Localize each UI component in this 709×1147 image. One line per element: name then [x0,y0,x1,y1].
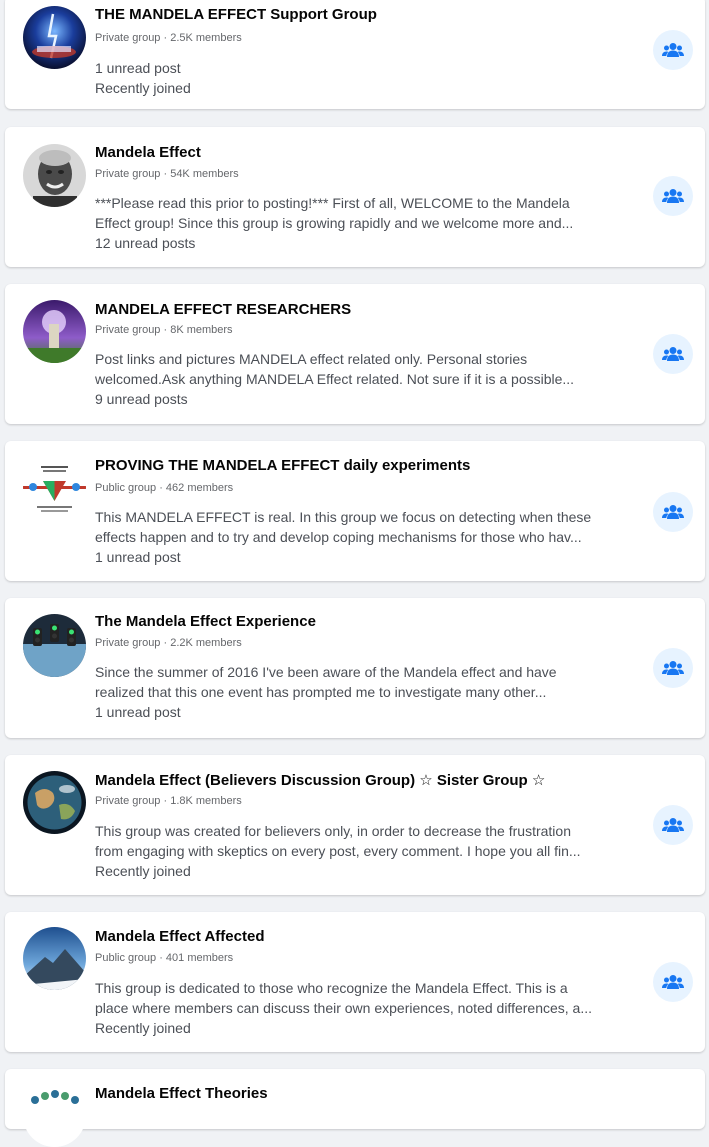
group-name[interactable]: Mandela Effect Affected [95,928,635,945]
groups-icon [662,975,684,989]
group-description-line: ***Please read this prior to posting!***… [95,195,570,211]
group-meta: Private group · 8K members [95,324,233,336]
group-avatar[interactable] [23,144,86,207]
unread-status: 12 unread posts [95,235,196,251]
group-description-line: This group is dedicated to those who rec… [95,980,568,996]
blue-lightning-avatar-icon [23,6,86,69]
group-description-line: realized that this one event has prompte… [95,684,547,700]
group-name[interactable]: Mandela Effect Theories [95,1085,635,1102]
joined-status: Recently joined [95,1020,191,1036]
group-meta: Public group · 401 members [95,952,234,964]
group-action-button[interactable] [653,962,693,1002]
group-avatar[interactable] [23,927,86,990]
groups-icon [662,505,684,519]
joined-status: Recently joined [95,80,191,96]
group-avatar[interactable] [23,300,86,363]
group-avatar[interactable] [23,771,86,834]
group-card[interactable]: Mandela Effect Private group · 54K membe… [5,127,705,267]
unread-status: 9 unread posts [95,391,188,407]
group-description-line: effects happen and to try and develop co… [95,529,582,545]
triangle-diagram-avatar-icon [23,456,86,519]
group-card[interactable]: Mandela Effect Affected Public group · 4… [5,912,705,1052]
group-action-button[interactable] [653,30,693,70]
group-description-line: from engaging with skeptics on every pos… [95,843,581,859]
group-card[interactable]: Mandela Effect (Believers Discussion Gro… [5,755,705,895]
group-card[interactable]: MANDELA EFFECT RESEARCHERS Private group… [5,284,705,424]
group-name[interactable]: The Mandela Effect Experience [95,613,635,630]
group-description-line: place where members can discuss their ow… [95,1000,592,1016]
group-action-button[interactable] [653,648,693,688]
group-name[interactable]: Mandela Effect [95,144,635,161]
group-name[interactable]: THE MANDELA EFFECT Support Group [95,6,635,23]
mountain-avatar-icon [23,927,86,990]
group-name[interactable]: Mandela Effect (Believers Discussion Gro… [95,771,635,789]
group-action-button[interactable] [653,334,693,374]
group-description-line: Since the summer of 2016 I've been aware… [95,664,557,680]
joined-status: Recently joined [95,863,191,879]
groups-icon [662,661,684,675]
group-description-line: Post links and pictures MANDELA effect r… [95,351,528,367]
unread-status: 1 unread post [95,549,181,565]
group-avatar[interactable] [23,614,86,677]
group-avatar[interactable] [23,1084,86,1147]
group-description-line: This group was created for believers onl… [95,823,571,839]
group-card[interactable]: Mandela Effect Theories [5,1069,705,1147]
group-action-button[interactable] [653,805,693,845]
groups-icon [662,818,684,832]
group-card[interactable]: PROVING THE MANDELA EFFECT daily experim… [5,441,705,581]
groups-icon [662,347,684,361]
group-name[interactable]: MANDELA EFFECT RESEARCHERS [95,301,635,318]
group-description-line: Effect group! Since this group is growin… [95,215,574,231]
groups-icon [662,43,684,57]
group-card[interactable]: The Mandela Effect Experience Private gr… [5,598,705,738]
group-description-line: This MANDELA EFFECT is real. In this gro… [95,509,592,525]
group-avatar[interactable] [23,6,86,69]
portrait-avatar-icon [23,144,86,207]
purple-tower-avatar-icon [23,300,86,363]
group-meta: Private group · 54K members [95,168,239,180]
group-action-button[interactable] [653,176,693,216]
group-avatar[interactable] [23,456,86,519]
unread-status: 1 unread post [95,60,181,76]
groups-icon [662,189,684,203]
crowd-avatar-icon [23,1084,86,1147]
earth-avatar-icon [23,771,86,834]
group-card[interactable]: THE MANDELA EFFECT Support Group Private… [5,0,705,109]
group-meta: Public group · 462 members [95,482,234,494]
group-meta: Private group · 2.2K members [95,637,242,649]
group-description-line: welcomed.Ask anything MANDELA Effect rel… [95,371,575,387]
group-action-button[interactable] [653,492,693,532]
group-meta: Private group · 2.5K members [95,32,242,44]
group-meta: Private group · 1.8K members [95,795,242,807]
unread-status: 1 unread post [95,704,181,720]
traffic-lights-avatar-icon [23,614,86,677]
group-name[interactable]: PROVING THE MANDELA EFFECT daily experim… [95,457,635,474]
